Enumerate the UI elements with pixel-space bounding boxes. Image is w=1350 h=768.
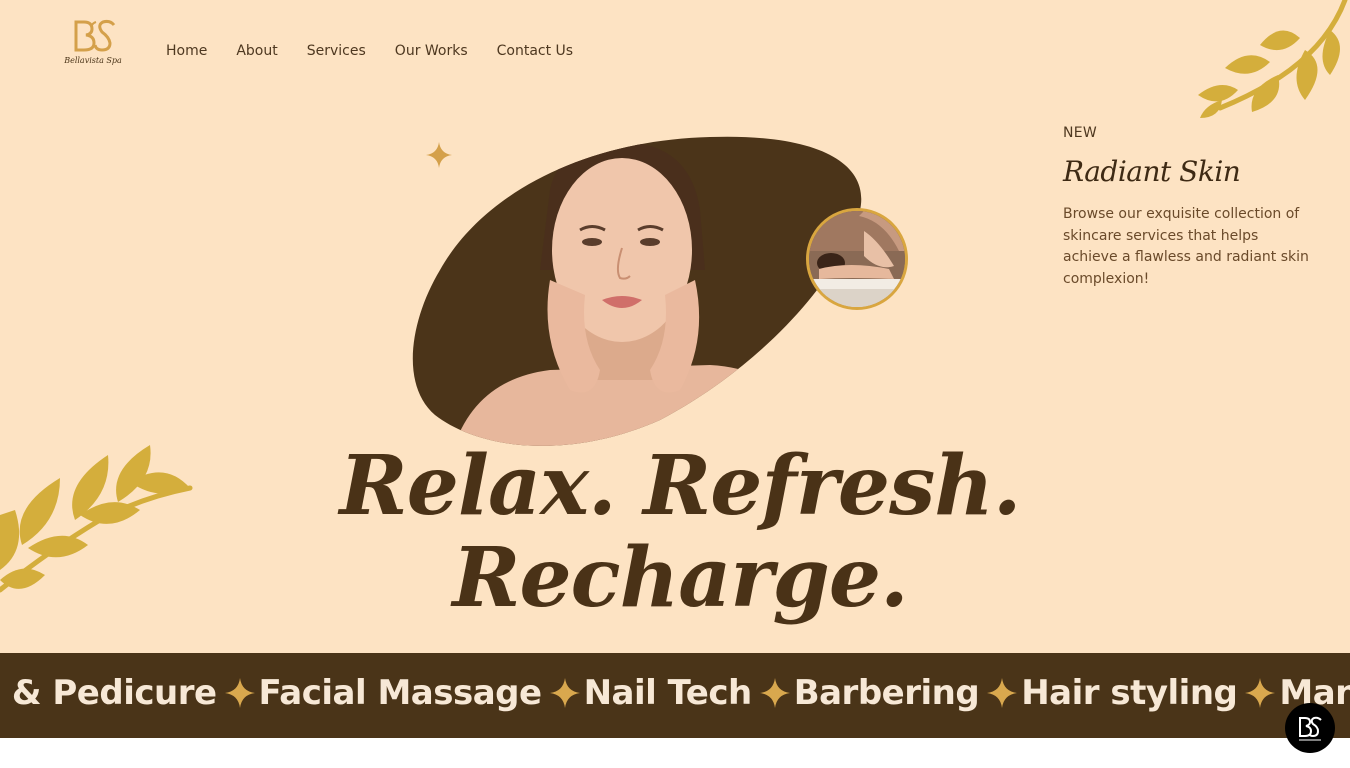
brand-name: Bellavista Spa bbox=[64, 56, 122, 65]
hero-headline-line-1: Relax. Refresh. bbox=[339, 438, 1022, 534]
hero-headline: Relax. Refresh. Recharge. bbox=[330, 440, 1030, 624]
hero-portrait-image bbox=[412, 136, 862, 446]
hero-portrait bbox=[410, 130, 870, 460]
promo-badge: NEW bbox=[1063, 125, 1098, 141]
leaf-branch-icon bbox=[1198, 0, 1348, 118]
marquee-item: Facial Massage bbox=[258, 673, 543, 713]
services-marquee: e & Pedicure Facial Massage Nail Tech Ba… bbox=[0, 653, 1350, 738]
sparkle-star-icon bbox=[759, 678, 790, 708]
nav-item-our-works[interactable]: Our Works bbox=[395, 41, 468, 61]
marquee-item: Hair styling bbox=[1021, 673, 1238, 713]
sparkle-star-icon bbox=[549, 678, 580, 708]
marquee-track: e & Pedicure Facial Massage Nail Tech Ba… bbox=[0, 673, 1350, 713]
marquee-item: Barbering bbox=[793, 673, 980, 713]
page-below-fold bbox=[0, 738, 1350, 768]
marquee-item: Nail Tech bbox=[583, 673, 753, 713]
nav-item-contact-us[interactable]: Contact Us bbox=[497, 41, 573, 61]
chat-badge-button[interactable] bbox=[1285, 703, 1335, 753]
brand-logo[interactable]: Bellavista Spa bbox=[62, 16, 124, 74]
logo-monogram-icon bbox=[74, 19, 116, 52]
main-nav: Home About Services Our Works Contact Us bbox=[166, 41, 602, 61]
massage-thumbnail-image bbox=[809, 211, 905, 307]
hero-section: Bellavista Spa Home About Services Our W… bbox=[0, 0, 1350, 653]
sparkle-star-icon bbox=[1245, 678, 1276, 708]
promo-panel: NEW Radiant Skin Browse our exquisite co… bbox=[1063, 125, 1313, 291]
chat-badge-icon bbox=[1299, 716, 1322, 741]
leaf-branch-icon bbox=[0, 445, 193, 593]
nav-item-home[interactable]: Home bbox=[166, 41, 207, 61]
nav-item-services[interactable]: Services bbox=[307, 41, 366, 61]
marquee-item: e & Pedicure bbox=[0, 673, 217, 713]
promo-description: Browse our exquisite collection of skinc… bbox=[1063, 206, 1309, 288]
promo-title: Radiant Skin bbox=[1063, 155, 1241, 188]
nav-item-about[interactable]: About bbox=[236, 41, 277, 61]
sparkle-star-icon bbox=[224, 678, 255, 708]
hero-headline-line-2: Recharge. bbox=[452, 530, 908, 626]
massage-thumbnail[interactable] bbox=[806, 208, 908, 310]
sparkle-star-icon bbox=[987, 678, 1018, 708]
